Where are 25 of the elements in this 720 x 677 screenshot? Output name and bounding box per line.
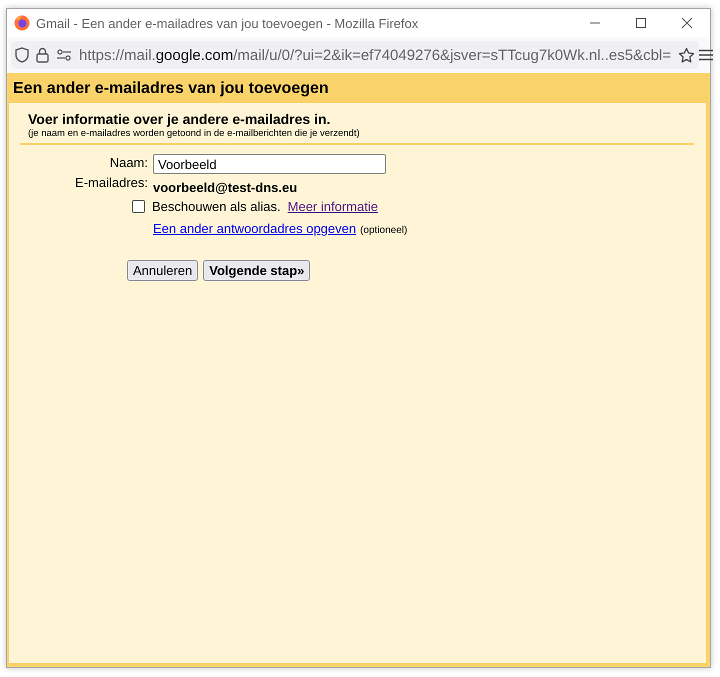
maximize-icon[interactable] [635, 17, 647, 29]
optional-note: (optioneel) [360, 225, 408, 236]
form-heading: Voer informatie over je andere e-mailadres in. [28, 111, 332, 127]
form-subheading: (je naam en e-mailadres worden getoond in de e-mailberichten die je verzendt) [28, 128, 361, 139]
alias-label: Beschouwen als alias. [152, 199, 281, 214]
dialog-title: Een ander e-mailadres van jou toevoegen [12, 79, 330, 99]
window-title: Gmail - Een ander e-mailadres van jou toevoegen - Mozilla Firefox [36, 16, 420, 30]
url-text: https://mail.google.com/mail/u/0/?ui=2&ik=ef74049276&jsver=sTTcug7k0Wk.nl..es5&cbl= [79, 46, 672, 64]
alias-checkbox[interactable] [132, 200, 145, 213]
more-info-link[interactable]: Meer informatie [288, 199, 378, 214]
next-step-button[interactable]: Volgende stap» [203, 260, 310, 281]
lock-icon [36, 47, 49, 63]
menu-icon[interactable] [699, 49, 714, 61]
reply-address-link[interactable]: Een ander antwoordadres opgeven [153, 221, 356, 236]
shield-icon [15, 47, 29, 63]
email-address: voorbeeld@test-dns.eu [153, 180, 298, 195]
permissions-icon [56, 48, 72, 62]
browser-logo-icon [14, 15, 30, 31]
star-icon[interactable] [678, 46, 696, 64]
cancel-button[interactable]: Annuleren [127, 260, 198, 281]
email-label: E-mailadres: [74, 174, 148, 190]
name-field[interactable]: Voorbeeld [153, 154, 386, 174]
address-bar[interactable]: https://mail.google.com/mail/u/0/?ui=2&ik=ef74049276&jsver=sTTcug7k0Wk.nl..es5&cbl= [11, 41, 700, 69]
name-label: Naam: [108, 154, 148, 170]
close-icon[interactable] [681, 17, 693, 29]
